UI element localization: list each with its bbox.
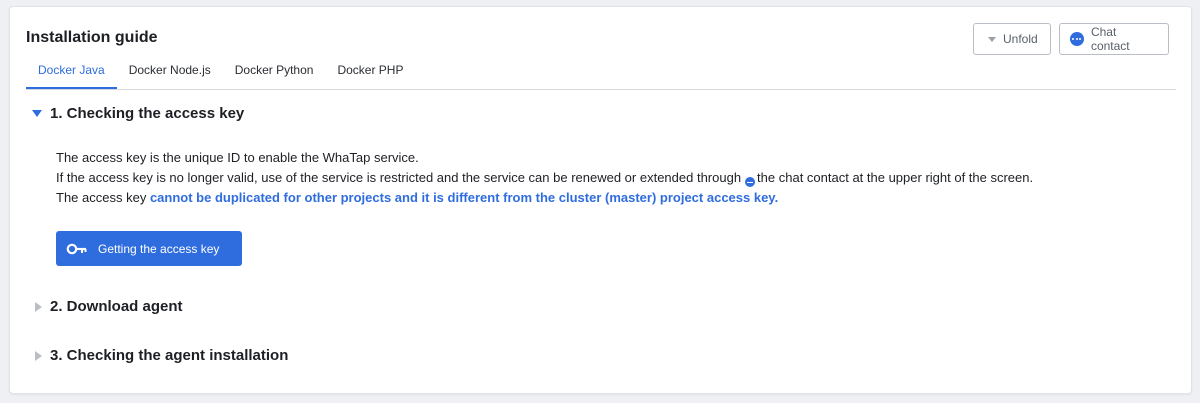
key-icon: [66, 243, 87, 254]
chat-contact-label: Chat contact: [1090, 25, 1130, 53]
chat-bubble-icon: [1070, 32, 1084, 46]
unfold-button[interactable]: Unfold: [973, 23, 1051, 55]
expand-down-icon: [32, 110, 42, 117]
description-line-1: The access key is the unique ID to enabl…: [56, 150, 419, 165]
section-title: 3. Checking the agent installation: [50, 347, 289, 364]
expand-right-icon: [35, 301, 42, 312]
tab-docker-php[interactable]: Docker PHP: [325, 59, 415, 89]
description-line-3-text: The access key: [56, 190, 150, 205]
section-title: 2. Download agent: [50, 298, 183, 315]
description-line-3: The access key cannot be duplicated for …: [56, 188, 1033, 208]
tab-bar: Docker Java Docker Node.js Docker Python…: [26, 59, 1176, 90]
section-checking-agent-installation[interactable]: 3. Checking the agent installation: [32, 347, 288, 364]
description-line-2-tail: the chat contact at the upper right of t…: [757, 170, 1034, 185]
tab-docker-nodejs[interactable]: Docker Node.js: [117, 59, 223, 89]
unfold-label: Unfold: [1003, 32, 1038, 46]
get-access-key-label: Getting the access key: [98, 241, 220, 256]
access-key-description: The access key is the unique ID to enabl…: [56, 148, 1033, 208]
emphasis-text: cannot be duplicated for other projects …: [149, 190, 779, 205]
page-title: Installation guide: [26, 29, 158, 46]
description-line-2-text: If the access key is no longer valid, us…: [56, 170, 742, 185]
installation-guide-panel: Installation guide Unfold Chat contact D…: [9, 6, 1192, 394]
section-checking-access-key[interactable]: 1. Checking the access key: [32, 105, 244, 122]
section-title: 1. Checking the access key: [50, 105, 245, 122]
chat-inline-icon: [745, 177, 756, 188]
caret-down-icon: [988, 36, 996, 42]
tab-docker-python[interactable]: Docker Python: [223, 59, 326, 89]
section-download-agent[interactable]: 2. Download agent: [32, 298, 183, 315]
tab-docker-java[interactable]: Docker Java: [26, 59, 117, 89]
description-line-2: If the access key is no longer valid, us…: [56, 168, 1033, 188]
get-access-key-button[interactable]: Getting the access key: [56, 231, 242, 266]
expand-right-icon: [35, 350, 42, 361]
chat-contact-button[interactable]: Chat contact: [1059, 23, 1169, 55]
